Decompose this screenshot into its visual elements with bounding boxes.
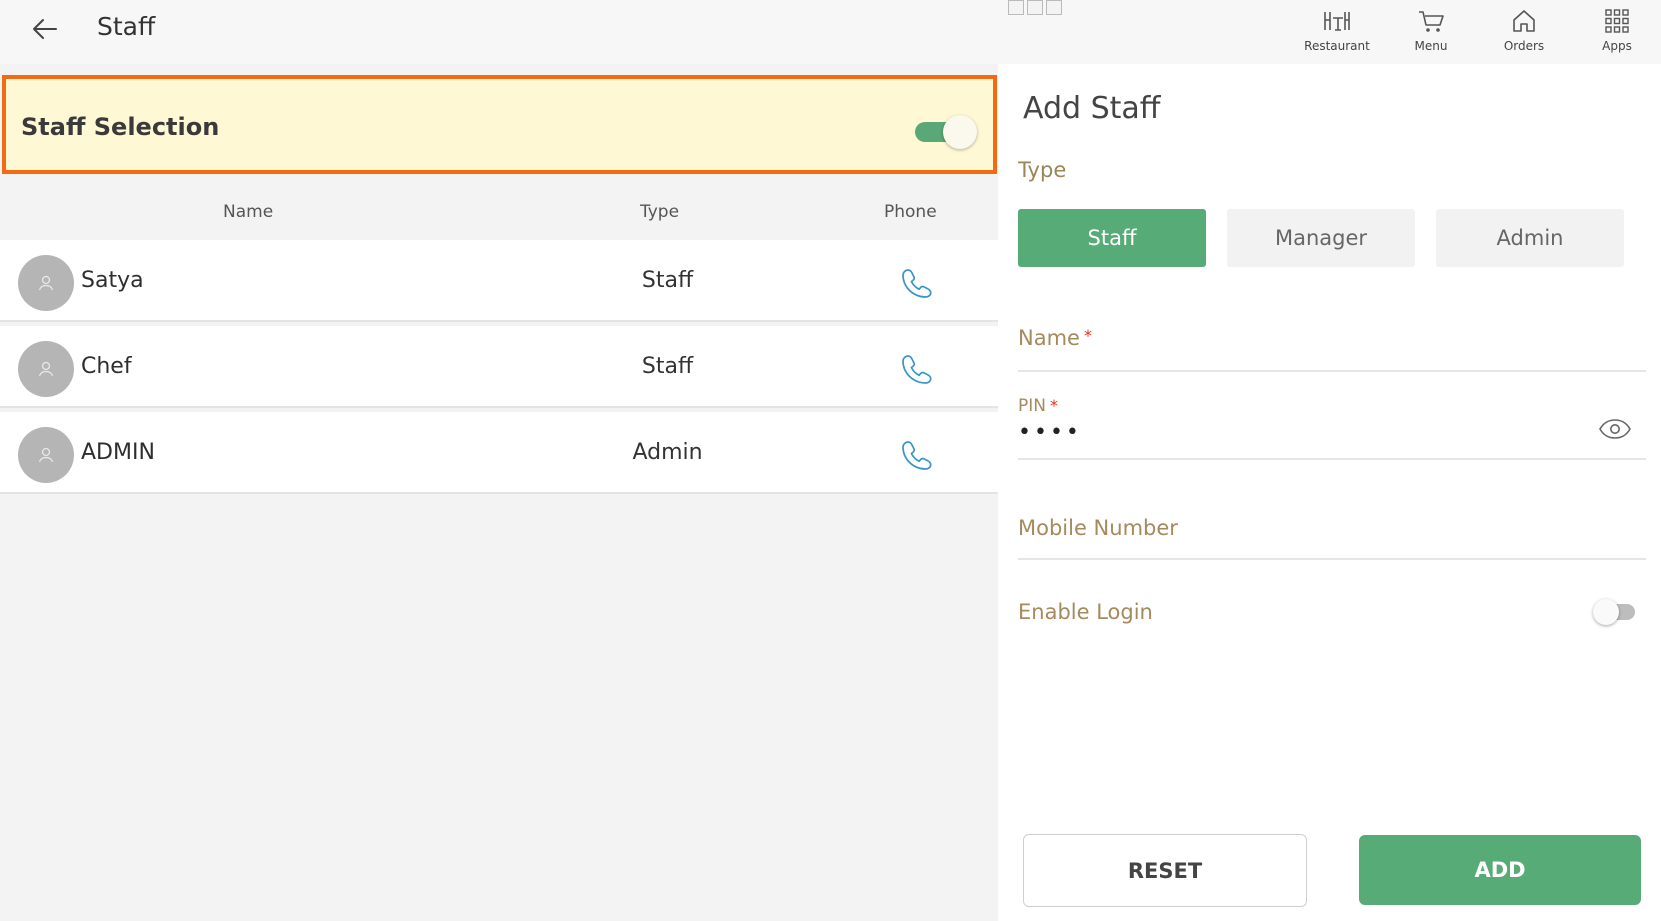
reset-button[interactable]: RESET — [1023, 834, 1307, 907]
staff-selection-title: Staff Selection — [21, 113, 220, 141]
enable-login-label: Enable Login — [1018, 600, 1153, 624]
column-header-phone: Phone — [884, 202, 937, 222]
staff-selection-bar: Staff Selection — [2, 75, 997, 174]
staff-name: Satya — [81, 268, 144, 293]
type-manager-button[interactable]: Manager — [1227, 209, 1415, 267]
home-icon — [1513, 10, 1535, 32]
nav-orders-label: Orders — [1503, 39, 1545, 53]
phone-icon[interactable] — [899, 351, 935, 387]
add-staff-title: Add Staff — [1023, 91, 1161, 126]
nav-apps-label: Apps — [1602, 39, 1632, 53]
toggle-knob — [1593, 599, 1619, 625]
user-icon — [38, 361, 54, 377]
column-header-type: Type — [640, 202, 680, 222]
cart-icon — [1419, 11, 1444, 32]
name-field-label: Name — [1018, 326, 1080, 350]
nav-apps[interactable]: Apps — [1577, 6, 1657, 53]
apps-grid-icon — [1605, 9, 1629, 33]
staff-type: Staff — [641, 268, 694, 293]
avatar — [18, 341, 74, 397]
add-staff-panel: Add Staff Type Staff Manager Admin Name *… — [998, 64, 1661, 921]
staff-name: Chef — [81, 354, 132, 379]
table-row[interactable]: Satya Staff — [0, 240, 998, 322]
window-tools — [1008, 0, 1062, 16]
type-label: Type — [1018, 158, 1067, 182]
user-icon — [38, 447, 54, 463]
avatar — [18, 255, 74, 311]
avatar — [18, 427, 74, 483]
add-button[interactable]: ADD — [1359, 835, 1641, 905]
back-arrow-icon[interactable] — [30, 14, 60, 44]
pin-field-label: PIN * — [1018, 396, 1058, 416]
nav-menu-label: Menu — [1414, 39, 1448, 53]
staff-type: Staff — [641, 354, 694, 379]
expand-icon[interactable] — [1027, 0, 1043, 15]
table-row[interactable]: ADMIN Admin — [0, 412, 998, 494]
name-field[interactable]: Name * — [1018, 326, 1646, 372]
required-mark: * — [1083, 326, 1092, 345]
toggle-knob — [943, 115, 977, 149]
user-icon — [38, 275, 54, 291]
enable-login-toggle[interactable] — [1593, 598, 1637, 626]
chevron-down-icon[interactable] — [1046, 0, 1062, 15]
staff-type: Admin — [632, 440, 703, 465]
phone-icon[interactable] — [899, 437, 935, 473]
nav-menu[interactable]: Menu — [1391, 6, 1471, 53]
table-row[interactable]: Chef Staff — [0, 326, 998, 408]
mobile-number-field[interactable]: Mobile Number — [1018, 516, 1646, 560]
column-header-name: Name — [223, 202, 274, 222]
eye-icon[interactable] — [1598, 416, 1632, 442]
nav-restaurant-label: Restaurant — [1304, 39, 1370, 53]
phone-icon[interactable] — [899, 265, 935, 301]
staff-selection-toggle[interactable] — [915, 113, 981, 149]
top-bar: Staff Restaurant Menu Orders Apps — [0, 0, 1661, 64]
type-staff-button[interactable]: Staff — [1018, 209, 1206, 267]
table-header: Name Type Phone — [0, 182, 998, 240]
nav-restaurant[interactable]: Restaurant — [1297, 6, 1377, 53]
page-title: Staff — [97, 12, 156, 41]
staff-name: ADMIN — [81, 440, 155, 465]
type-admin-button[interactable]: Admin — [1436, 209, 1624, 267]
mobile-number-label: Mobile Number — [1018, 516, 1178, 540]
pin-value: •••• — [1018, 420, 1082, 445]
restaurant-table-icon — [1324, 12, 1350, 31]
nav-orders[interactable]: Orders — [1484, 6, 1564, 53]
grid-icon[interactable] — [1008, 0, 1024, 15]
pin-field[interactable]: PIN * •••• — [1018, 396, 1646, 460]
staff-list-panel: Staff Selection Name Type Phone Satya St… — [0, 64, 998, 921]
